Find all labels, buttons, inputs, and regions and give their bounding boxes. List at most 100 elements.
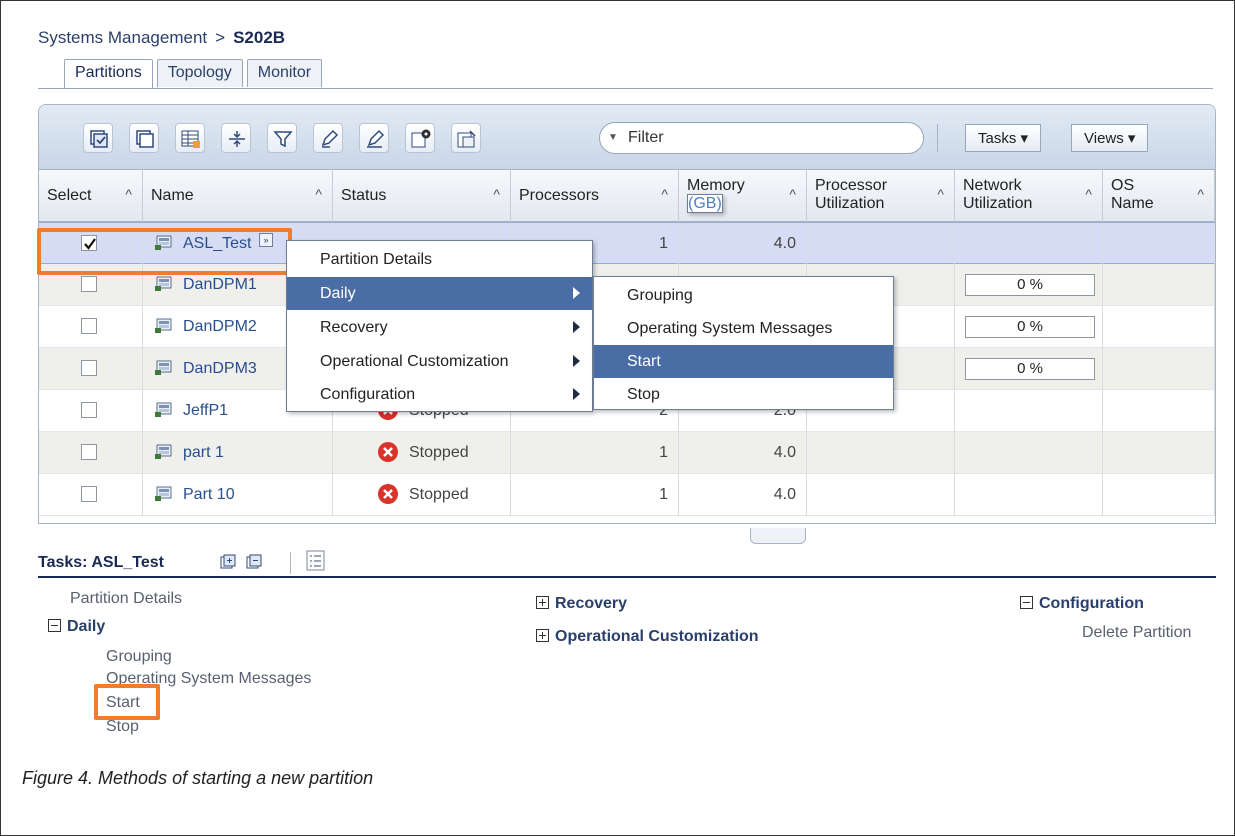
row-checkbox[interactable] (81, 276, 97, 292)
row-checkbox[interactable] (81, 360, 97, 376)
table-cell (1103, 264, 1215, 306)
stopped-status-icon (378, 484, 398, 504)
status-text: Stopped (409, 486, 469, 503)
details-icon (457, 130, 476, 148)
task-group-daily[interactable]: Daily (48, 618, 105, 636)
submenu-item-start[interactable]: Start (594, 345, 893, 378)
tab-monitor[interactable]: Monitor (246, 59, 323, 87)
menu-item-partition-details[interactable]: Partition Details (287, 243, 592, 276)
sort-caret-icon: ^ (315, 186, 322, 202)
collapse-all-icon[interactable] (246, 554, 262, 570)
memory-value: 4.0 (773, 486, 796, 503)
column-header-name[interactable]: Name ^ (143, 170, 333, 222)
table-cell: 4.0 (679, 474, 807, 516)
details-button[interactable] (451, 123, 481, 153)
task-delete-partition[interactable]: Delete Partition (1082, 624, 1191, 642)
table-edit-icon (181, 130, 200, 148)
filter-dropdown-icon[interactable]: ▼ (608, 132, 618, 143)
collapse-icon (48, 619, 61, 632)
row-checkbox[interactable] (81, 486, 97, 502)
column-header-processors[interactable]: Processors ^ (511, 170, 679, 222)
deselect-all-button[interactable] (129, 123, 159, 153)
task-stop[interactable]: Stop (106, 718, 139, 736)
table-cell: 1 (511, 474, 679, 516)
breadcrumb: Systems Management > S202B (38, 28, 285, 48)
tab-topology[interactable]: Topology (156, 59, 243, 87)
table-edit-button[interactable] (175, 123, 205, 153)
table-cell (955, 223, 1103, 265)
menu-item-daily[interactable]: Daily (287, 277, 592, 310)
expand-all-icon[interactable] (220, 554, 236, 570)
processors-value: 1 (659, 444, 668, 461)
row-checkbox[interactable] (81, 402, 97, 418)
deselect-all-icon (136, 130, 154, 148)
partition-icon (155, 360, 172, 375)
clear-button[interactable] (359, 123, 389, 153)
table-cell (1103, 223, 1215, 265)
table-cell (39, 348, 143, 390)
sort-caret-icon: ^ (789, 186, 796, 202)
partition-name-link[interactable]: DanDPM2 (183, 318, 257, 336)
task-list-icon[interactable] (306, 550, 326, 572)
task-group-operational-customization[interactable]: Operational Customization (536, 628, 759, 646)
table-cell (1103, 348, 1215, 390)
table-row[interactable]: Part 10 Stopped 1 4.0 (39, 474, 1215, 516)
task-group-recovery[interactable]: Recovery (536, 595, 627, 613)
tab-partitions[interactable]: Partitions (64, 59, 153, 89)
table-cell (39, 390, 143, 432)
column-header-status[interactable]: Status ^ (333, 170, 511, 222)
stopped-status-icon (378, 442, 398, 462)
filter-button[interactable] (267, 123, 297, 153)
column-header-select[interactable]: Select ^ (39, 170, 143, 222)
daily-submenu: Grouping Operating System Messages Start… (593, 276, 894, 410)
menu-item-operational-customization[interactable]: Operational Customization (287, 345, 592, 378)
partition-name-link[interactable]: JeffP1 (183, 402, 228, 420)
highlight-selected-row (37, 228, 292, 275)
figure-caption: Figure 4. Methods of starting a new part… (22, 768, 374, 788)
table-cell (39, 474, 143, 516)
configure-columns-button[interactable] (405, 123, 435, 153)
breadcrumb-root[interactable]: Systems Management (38, 28, 207, 47)
edit-button[interactable] (313, 123, 343, 153)
configure-columns-icon (411, 129, 431, 148)
views-dropdown-button[interactable]: Views ▾ (1071, 124, 1149, 152)
filter-input[interactable]: ▼ Filter (599, 122, 924, 154)
column-header-processor-utilization[interactable]: Processor Utilization ^ (807, 170, 955, 222)
table-resize-handle[interactable] (750, 528, 806, 544)
tasks-dropdown-button[interactable]: Tasks ▾ (965, 124, 1042, 152)
submenu-item-os-messages[interactable]: Operating System Messages (594, 312, 893, 345)
task-grouping[interactable]: Grouping (106, 648, 172, 666)
expand-button[interactable] (221, 123, 251, 153)
status-text: Stopped (409, 444, 469, 461)
partition-icon (155, 444, 172, 459)
task-group-configuration[interactable]: Configuration (1020, 595, 1144, 613)
table-cell (1103, 390, 1215, 432)
partition-name-link[interactable]: DanDPM3 (183, 360, 257, 378)
partition-name-link[interactable]: DanDPM1 (183, 276, 257, 294)
tab-bar: Partitions Topology Monitor (64, 59, 323, 89)
submenu-item-grouping[interactable]: Grouping (594, 279, 893, 312)
column-header-memory[interactable]: Memory (GB) ^ (679, 170, 807, 222)
partition-icon (155, 318, 172, 333)
submenu-item-stop[interactable]: Stop (594, 378, 893, 411)
task-partition-details[interactable]: Partition Details (70, 590, 182, 608)
edit-icon (321, 129, 339, 148)
table-cell: 0 % (955, 306, 1103, 348)
table-row[interactable]: part 1 Stopped 1 4.0 (39, 432, 1215, 474)
table-header: Select ^ Name ^ Status ^ Processors ^ Memory… (39, 170, 1215, 222)
tasks-underline (38, 576, 1216, 578)
column-header-network-utilization[interactable]: Network Utilization ^ (955, 170, 1103, 222)
partition-name-link[interactable]: part 1 (183, 444, 224, 462)
network-utilization-value: 0 % (965, 274, 1095, 296)
row-checkbox[interactable] (81, 444, 97, 460)
sort-caret-icon: ^ (493, 186, 500, 202)
menu-item-configuration[interactable]: Configuration (287, 378, 592, 411)
column-header-os-name[interactable]: OS Name ^ (1103, 170, 1215, 222)
partition-name-link[interactable]: Part 10 (183, 486, 235, 504)
row-checkbox[interactable] (81, 318, 97, 334)
table-cell (807, 474, 955, 516)
table-cell (1103, 432, 1215, 474)
table-cell: 0 % (955, 264, 1103, 306)
select-all-button[interactable] (83, 123, 113, 153)
menu-item-recovery[interactable]: Recovery (287, 311, 592, 344)
